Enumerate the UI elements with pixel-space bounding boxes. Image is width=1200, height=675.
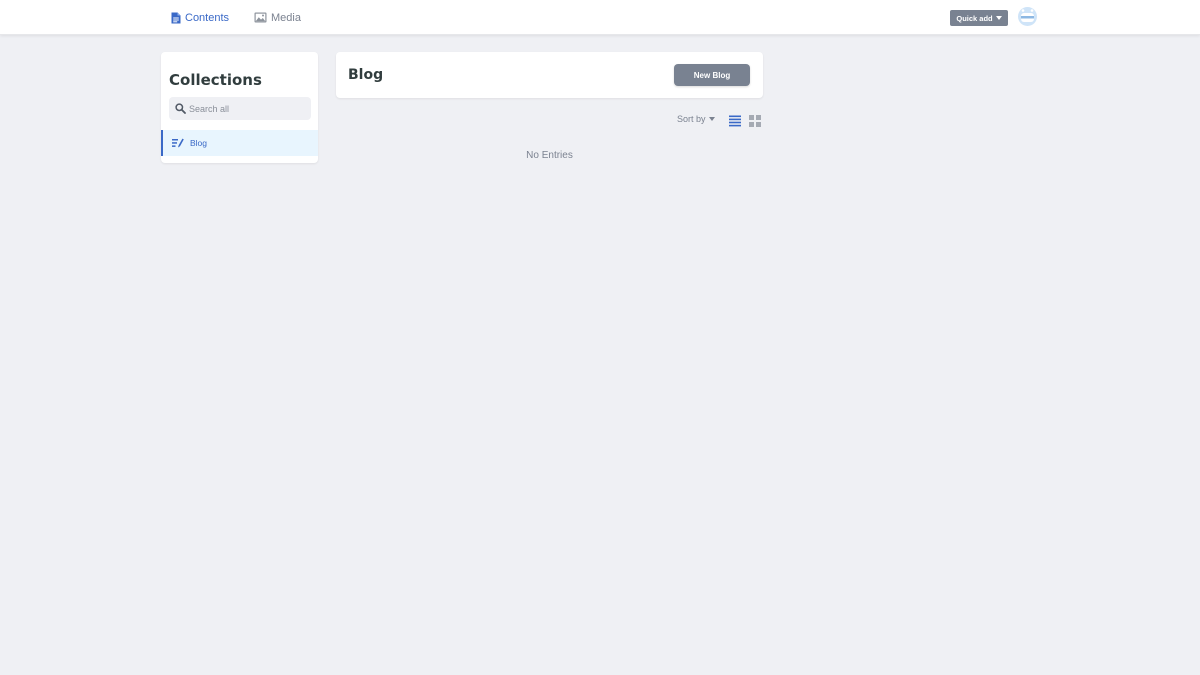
sort-by-dropdown[interactable]: Sort by (677, 114, 715, 124)
sort-by-label: Sort by (677, 114, 706, 124)
search-input[interactable] (189, 103, 304, 114)
nav-contents-link[interactable]: Contents (171, 0, 229, 35)
collection-header: Blog New Blog (336, 52, 763, 98)
quick-add-label: Quick add (956, 13, 993, 23)
nav-media-link[interactable]: Media (254, 0, 301, 35)
caret-down-icon (995, 16, 1002, 20)
new-entry-button[interactable]: New Blog (674, 64, 750, 86)
page-title: Blog (348, 67, 384, 83)
document-icon (171, 12, 181, 24)
user-avatar-icon[interactable] (1018, 7, 1037, 26)
list-view-icon[interactable] (729, 114, 741, 127)
collections-sidebar: Collections Blog (161, 52, 318, 163)
grid-view-icon[interactable] (749, 114, 761, 127)
nav-media-label: Media (271, 11, 301, 24)
pen-lines-icon (172, 138, 184, 148)
nav-contents-label: Contents (185, 11, 230, 24)
sidebar-item-label: Blog (190, 138, 208, 148)
caret-down-icon (708, 117, 715, 121)
search-icon (175, 103, 186, 114)
sidebar-item-blog[interactable]: Blog (161, 130, 318, 156)
empty-state-message: No Entries (526, 150, 573, 161)
top-bar: Contents Media Quick add (0, 0, 1200, 35)
image-icon (254, 12, 267, 23)
quick-add-button[interactable]: Quick add (950, 10, 1008, 26)
search-box[interactable] (169, 97, 311, 120)
sidebar-title: Collections (169, 71, 262, 89)
